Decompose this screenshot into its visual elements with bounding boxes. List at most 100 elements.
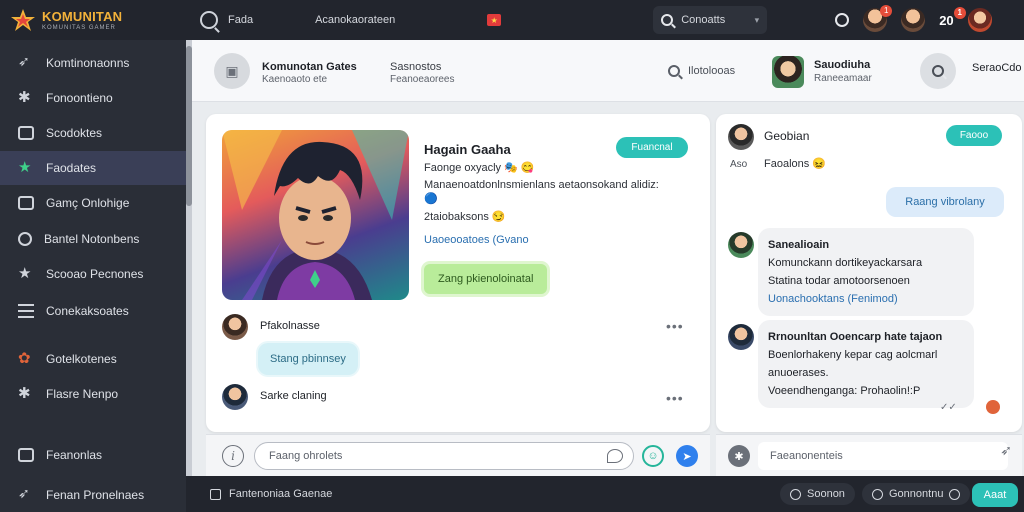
info-icon[interactable]: i: [222, 445, 244, 467]
top-nav-home[interactable]: Fada: [228, 14, 253, 26]
user-avatar[interactable]: [967, 8, 992, 32]
chevron-down-icon: ▾: [754, 14, 760, 25]
star-icon: [18, 158, 34, 176]
chat-status-label: Aso: [730, 159, 748, 170]
message-link[interactable]: Uonachooktans (Fenimod): [768, 290, 964, 308]
window-icon: [210, 488, 221, 500]
chat-action-button[interactable]: Faooo: [946, 125, 1002, 146]
message-avatar[interactable]: [728, 324, 754, 350]
message-line: Statina todar amotoorsenoen: [768, 275, 910, 287]
sidebar-item-label: Scooao Pecnones: [46, 267, 144, 281]
bottom-bar: Fantenoniaa Gaenae Soonon Gonnontnu Aaat: [186, 476, 1024, 512]
chat-composer: ✱ Faeanonenteis ➶: [716, 434, 1022, 476]
clock-icon[interactable]: [835, 13, 850, 27]
arrow-icon: [18, 485, 34, 502]
post-composer: i Faang ohrolets ☺ ➤: [206, 434, 710, 476]
status-icon: [790, 488, 801, 500]
sidebar-item-6[interactable]: Bantel Notonbens: [0, 222, 186, 256]
list-icon: [18, 304, 34, 318]
counter-label[interactable]: 20 1: [939, 6, 966, 28]
image-icon[interactable]: ▣: [214, 53, 250, 89]
chat-contact-avatar[interactable]: [728, 124, 754, 150]
character-portrait[interactable]: [222, 130, 409, 300]
sidebar-item-8[interactable]: Conekaksoates: [0, 294, 186, 328]
settings-icon[interactable]: ✱: [728, 445, 750, 467]
add-button[interactable]: Aaat: [972, 483, 1018, 507]
sidebar-item-label: Fonoontieno: [46, 91, 113, 105]
incoming-message: Rrnounltan Ooencarp hate tajaon Boenlorh…: [758, 320, 974, 408]
shield-icon: [18, 232, 32, 246]
sidebar-item-label: Conekaksoates: [46, 304, 129, 318]
more-options-icon[interactable]: •••: [666, 390, 684, 406]
outgoing-message: Raang vibrolany: [886, 187, 1004, 217]
chat-contact-status: Faoalons 😖: [764, 158, 827, 170]
sidebar-item-2[interactable]: Fonoontieno: [0, 81, 186, 115]
chat-contact-name[interactable]: Geobian: [764, 129, 809, 143]
sidebar-item-11[interactable]: Feanonlas: [0, 438, 186, 472]
follow-button[interactable]: Fuancnal: [616, 137, 688, 158]
sidebar-item-label: Flasre Nenpo: [46, 387, 119, 401]
header-search-label: Ilotolooas: [688, 65, 736, 77]
bottom-pill-label: Soonon: [807, 488, 845, 500]
flower-icon: [18, 349, 34, 367]
profile-link[interactable]: Uaoeooatoes (Gvano: [424, 234, 529, 246]
header-search[interactable]: Ilotolooas: [668, 65, 735, 77]
commenter-name[interactable]: Pfakolnasse: [260, 320, 320, 332]
search-icon: [932, 65, 944, 77]
group-subtitle: Kaenoaoto ete: [262, 74, 328, 85]
sidebar-item-7[interactable]: Scooao Pecnones: [0, 257, 186, 291]
chat-user-avatar[interactable]: [772, 56, 804, 88]
reaction-icon[interactable]: [986, 400, 1000, 414]
sidebar-item-12[interactable]: Fenan Pronelnaes: [0, 478, 186, 512]
profile-name[interactable]: Hagain Gaaha: [424, 142, 511, 157]
group-section-title: Sasnostos: [390, 61, 442, 73]
sidebar-item-label: Scodoktes: [46, 126, 103, 140]
more-options-icon[interactable]: •••: [666, 318, 684, 334]
gear-icon: [18, 88, 34, 106]
bottom-pill-label: Gonnontnu: [889, 488, 944, 500]
bottom-pill-1[interactable]: Soonon: [780, 483, 855, 505]
top-nav-announcements[interactable]: Acanokaorateen: [315, 14, 395, 26]
emoji-icon[interactable]: ☺: [642, 445, 664, 467]
send-icon[interactable]: ➶: [1000, 442, 1012, 459]
explore-icon[interactable]: [200, 11, 218, 29]
group-section-subtitle: Feanoeaorees: [390, 74, 455, 85]
profile-tagline: Faonge oxyacly 🎭 😋: [424, 162, 535, 174]
folder-icon: [18, 448, 34, 462]
sidebar-item-1[interactable]: Komtinonaonns: [0, 46, 186, 80]
commenter-avatar[interactable]: [222, 384, 248, 410]
comment-input[interactable]: Faang ohrolets: [254, 442, 634, 470]
commenter-name[interactable]: Sarke claning: [260, 390, 327, 402]
brand[interactable]: KOMUNITAN KOMUNITAS GAMER: [0, 0, 186, 40]
sidebar: Komtinonaonns Fonoontieno Scodoktes Faod…: [0, 40, 186, 512]
bottom-left-item[interactable]: Fantenoniaa Gaenae: [210, 488, 332, 500]
search-button-label[interactable]: SeraoCdo: [972, 62, 1022, 74]
profile-avatar[interactable]: [901, 8, 926, 32]
chat-user-name[interactable]: Sauodiuha: [814, 59, 870, 71]
sidebar-item-5[interactable]: Gamç Onlohige: [0, 186, 186, 220]
chat-input[interactable]: Faeanonenteis: [758, 442, 1008, 470]
search-button[interactable]: [920, 53, 956, 89]
group-title[interactable]: Komunotan Gates: [262, 61, 357, 73]
sidebar-item-3[interactable]: Scodoktes: [0, 116, 186, 150]
friend-avatar[interactable]: 1: [863, 5, 893, 32]
message-avatar[interactable]: [728, 232, 754, 258]
sidebar-item-10[interactable]: Flasre Nenpo: [0, 377, 186, 411]
sidebar-item-label: Fenan Pronelnaes: [46, 488, 145, 502]
brand-logo-icon: [10, 8, 36, 32]
sidebar-item-4[interactable]: Faodates: [0, 151, 186, 185]
clock-icon: [872, 488, 883, 500]
commenter-avatar[interactable]: [222, 314, 248, 340]
counter-badge: 1: [953, 6, 966, 19]
content-header: ▣ Komunotan Gates Kaenoaoto ete Sasnosto…: [192, 40, 1024, 102]
send-icon[interactable]: ➤: [676, 445, 698, 467]
sidebar-scrollbar[interactable]: [186, 40, 192, 476]
top-search-dropdown[interactable]: Conoatts ▾: [653, 6, 768, 34]
brand-tagline: KOMUNITAS GAMER: [42, 24, 116, 31]
flag-icon[interactable]: ★: [487, 14, 502, 26]
bottom-pill-2[interactable]: Gonnontnu: [862, 483, 971, 505]
highlight-chip[interactable]: Zang pkienoloinatal: [424, 264, 548, 294]
sidebar-item-9[interactable]: Gotelkotenes: [0, 342, 186, 376]
chat-bubble-icon[interactable]: [607, 449, 623, 463]
message-line: anuoerases.: [768, 367, 829, 379]
